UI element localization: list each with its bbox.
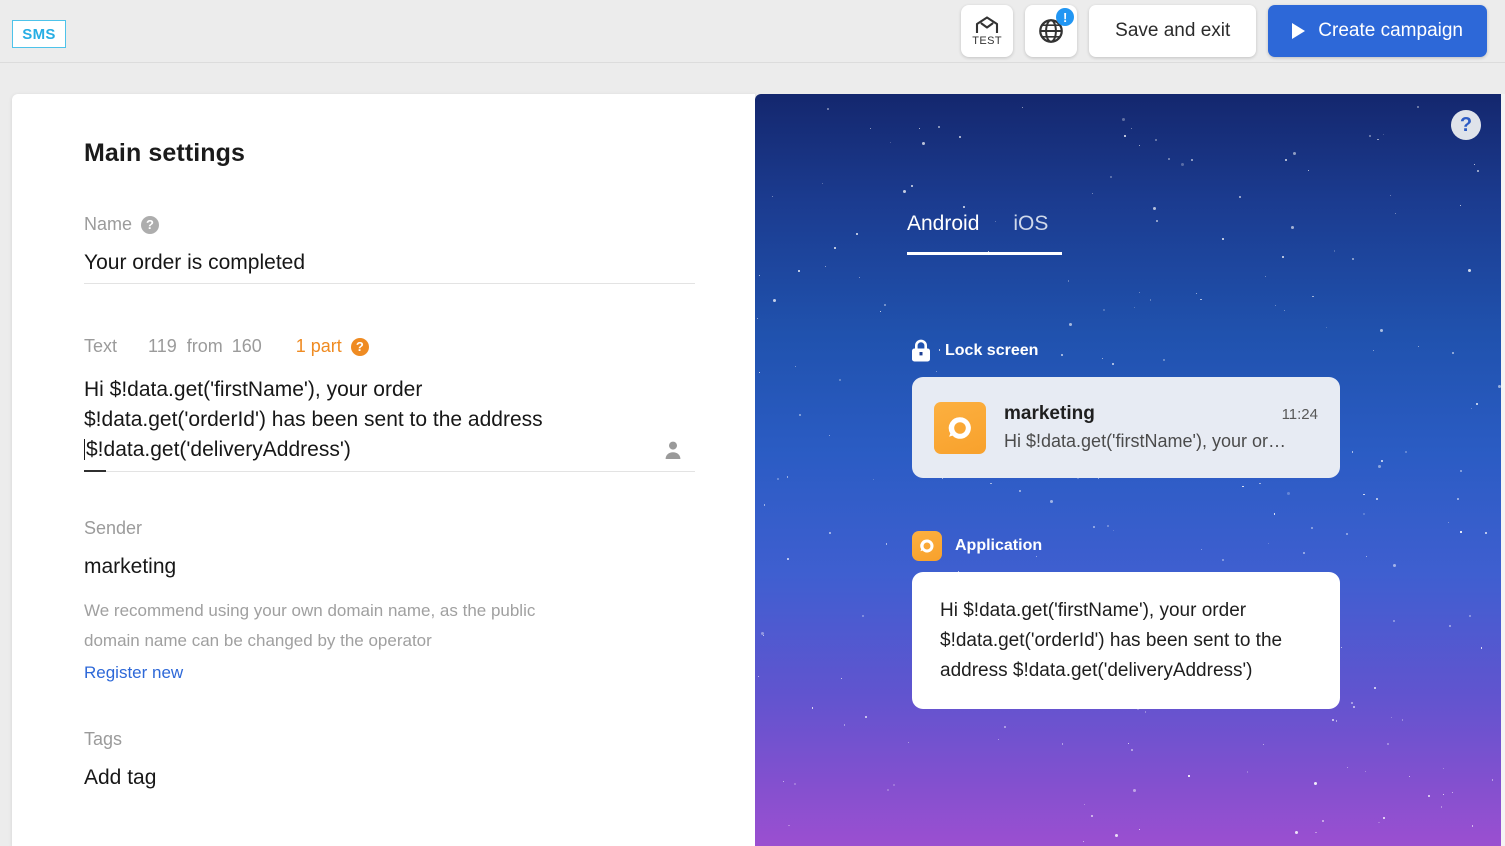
preview-help-icon[interactable]: ?: [1451, 110, 1481, 140]
page-title: Main settings: [84, 139, 246, 167]
register-new-link[interactable]: Register new: [84, 663, 183, 683]
channel-type-badge: SMS: [12, 20, 66, 48]
tab-android[interactable]: Android: [907, 212, 979, 247]
lock-screen-label: Lock screen: [945, 342, 1039, 359]
text-char-count: 119: [148, 336, 177, 356]
application-app-icon: [912, 531, 942, 561]
add-tag-input[interactable]: Add tag: [84, 766, 695, 790]
name-input-value[interactable]: Your order is completed: [84, 251, 695, 275]
text-label-text: Text: [84, 336, 118, 356]
text-char-limit: 160: [231, 336, 262, 356]
sender-label: Sender: [84, 518, 695, 539]
lock-icon: [912, 339, 930, 362]
create-campaign-label: Create campaign: [1318, 20, 1463, 41]
create-campaign-button[interactable]: Create campaign: [1268, 5, 1487, 57]
sender-value[interactable]: marketing: [84, 555, 695, 579]
personalization-person-icon[interactable]: [663, 440, 683, 460]
tab-ios[interactable]: iOS: [1013, 212, 1048, 247]
text-field-underline: [84, 471, 695, 472]
name-help-icon[interactable]: ?: [141, 215, 160, 234]
name-label: Name ?: [84, 214, 695, 235]
message-preview-panel: ? Android iOS Lock screen marketing 11:2…: [755, 94, 1505, 846]
text-parts-help-icon[interactable]: ?: [350, 337, 369, 356]
sender-hint-line-2: domain name can be changed by the operat…: [84, 631, 432, 650]
tags-field[interactable]: Tags Add tag: [84, 729, 695, 790]
app-icon: [934, 401, 986, 454]
text-from-word: from: [186, 336, 223, 356]
app-message-line-1: Hi $!data.get('firstName'), your order: [940, 600, 1247, 621]
message-line-2: $!data.get('orderId') has been sent to t…: [84, 408, 543, 431]
text-parts-count: 1 part: [295, 336, 342, 356]
text-label-row: Text 119 from 160 1 part ?: [84, 336, 695, 357]
chat-bubble-icon: [948, 416, 971, 439]
application-section-header: Application: [912, 531, 1042, 561]
lock-screen-section-header: Lock screen: [910, 339, 1038, 363]
application-label: Application: [955, 537, 1043, 554]
tab-active-underline: [907, 252, 1062, 255]
alert-badge-icon: !: [1056, 8, 1075, 26]
text-caret: [84, 439, 85, 460]
lock-screen-notification[interactable]: marketing 11:24 Hi $!data.get('firstName…: [912, 377, 1340, 478]
language-button[interactable]: !: [1025, 5, 1078, 57]
notification-content: marketing 11:24 Hi $!data.get('firstName…: [1004, 403, 1318, 452]
notification-sender: marketing: [1004, 403, 1095, 424]
save-and-exit-button[interactable]: Save and exit: [1089, 5, 1257, 57]
message-textarea[interactable]: Hi $!data.get('firstName'), your order $…: [84, 375, 695, 465]
text-field[interactable]: Text 119 from 160 1 part ? Hi $!data.get…: [84, 336, 695, 472]
message-line-1: Hi $!data.get('firstName'), your order: [84, 378, 423, 401]
application-message-preview: Hi $!data.get('firstName'), your order $…: [912, 572, 1340, 709]
sender-label-text: Sender: [84, 518, 143, 538]
name-field-underline: [84, 283, 695, 284]
name-field[interactable]: Name ? Your order is completed: [84, 214, 695, 284]
preview-platform-tabs: Android iOS: [907, 212, 1048, 247]
tags-label-text: Tags: [84, 729, 123, 749]
play-icon: [1292, 23, 1306, 39]
test-button-label: TEST: [972, 34, 1003, 47]
sender-field[interactable]: Sender marketing We recommend using your…: [84, 518, 695, 683]
text-field-focus-indicator: [84, 470, 106, 472]
app-message-line-2: $!data.get('orderId') has been sent to t…: [940, 630, 1283, 651]
app-message-line-3: address $!data.get('deliveryAddress'): [940, 660, 1253, 681]
notification-time: 11:24: [1281, 406, 1318, 423]
page-scrollbar-track[interactable]: [1501, 94, 1505, 846]
message-line-3-text: $!data.get('deliveryAddress'): [86, 438, 351, 461]
message-line-3: $!data.get('deliveryAddress'): [84, 435, 695, 465]
main-settings-panel: Main settings Name ? Your order is compl…: [12, 94, 755, 846]
notification-body: Hi $!data.get('firstName'), your or…: [1004, 431, 1286, 451]
name-label-text: Name: [84, 214, 133, 234]
notification-header-row: marketing 11:24: [1004, 403, 1318, 425]
top-toolbar: SMS TEST ! Save and exit Create campaign: [0, 0, 1505, 63]
sender-hint-line-1: We recommend using your own domain name,…: [84, 601, 536, 620]
sender-hint: We recommend using your own domain name,…: [84, 596, 684, 656]
toolbar-actions: TEST ! Save and exit Create campaign: [961, 5, 1487, 57]
home-envelope-test-icon: [976, 15, 999, 33]
chat-bubble-icon: [920, 539, 934, 553]
tags-label: Tags: [84, 729, 695, 750]
test-send-button[interactable]: TEST: [961, 5, 1014, 57]
